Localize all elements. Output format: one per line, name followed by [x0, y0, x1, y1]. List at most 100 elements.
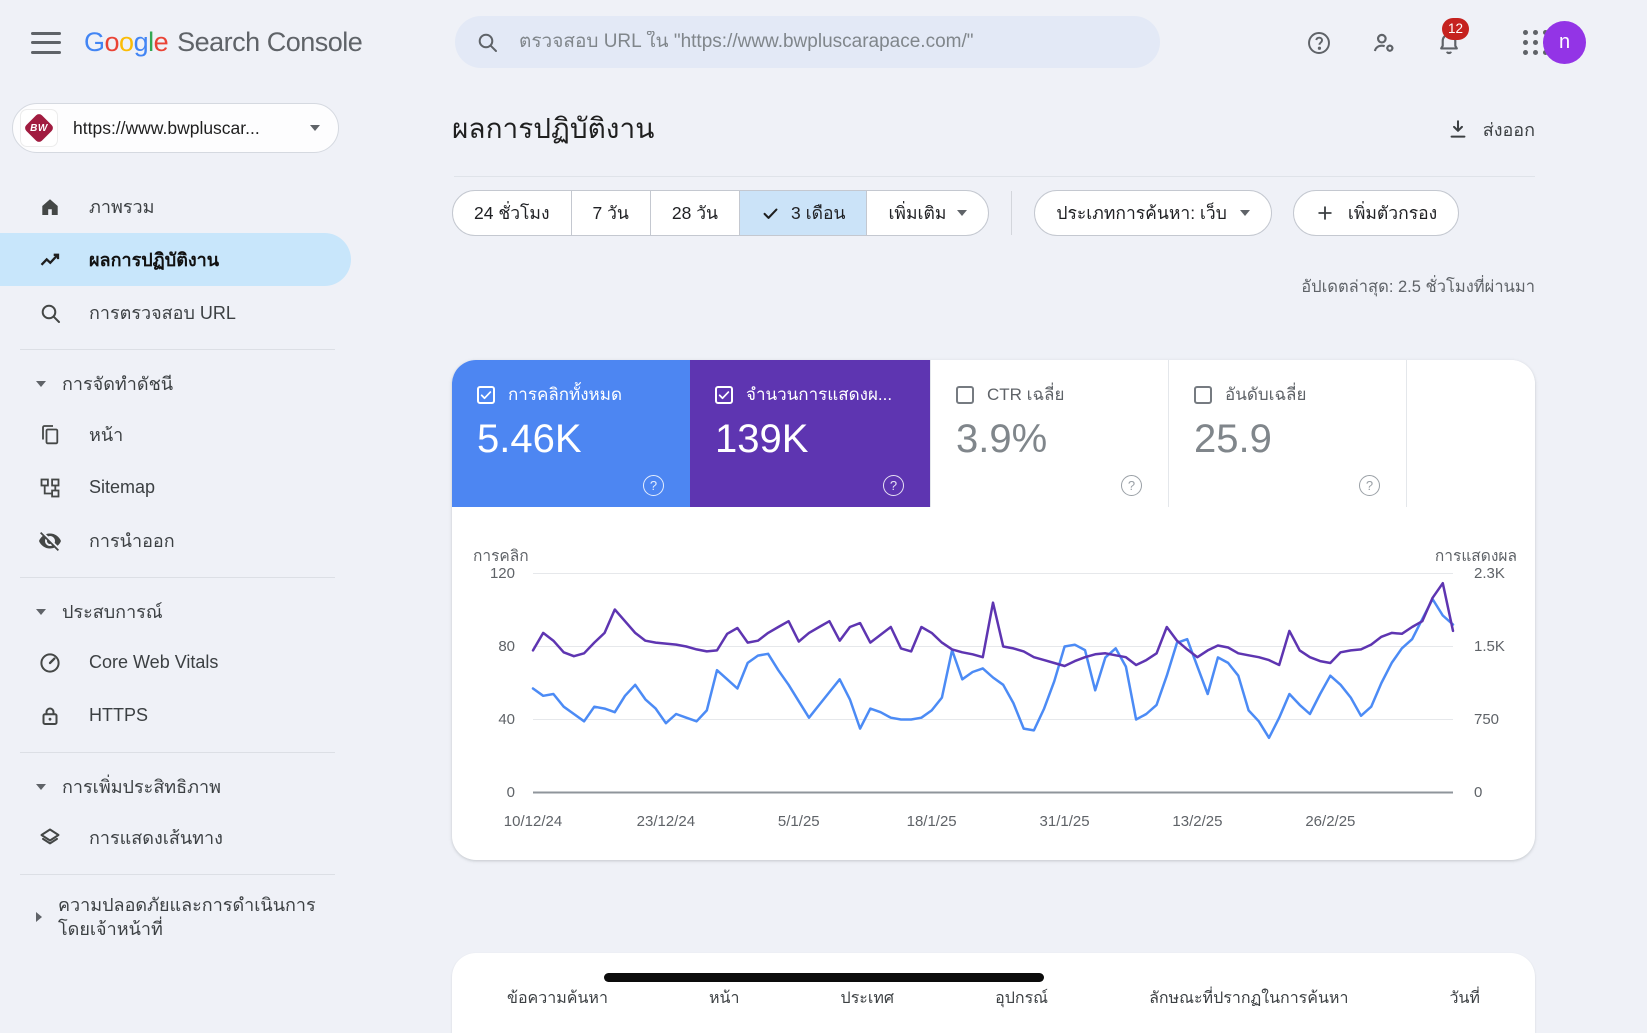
metric-value: 139K [715, 417, 930, 462]
divider [20, 349, 335, 350]
sidebar-item-label: Sitemap [89, 477, 155, 498]
logo-letter: e [154, 27, 169, 58]
metric-label: จำนวนการแสดงผ... [746, 381, 892, 408]
add-filter-button[interactable]: เพิ่มตัวกรอง [1293, 190, 1459, 236]
export-label: ส่งออก [1483, 115, 1535, 144]
sidebar-item-pages[interactable]: หน้า [0, 408, 351, 461]
divider [454, 176, 1535, 177]
checkbox-checked-icon[interactable] [477, 386, 495, 404]
metric-value: 3.9% [956, 417, 1168, 462]
help-icon[interactable] [1306, 30, 1332, 56]
metric-card-total-impressions[interactable]: จำนวนการแสดงผ... 139K ? [690, 360, 930, 507]
filter-bar: 24 ชั่วโมง 7 วัน 28 วัน 3 เดือน เพิ่มเติ… [452, 190, 1535, 236]
page-title: ผลการปฏิบัติงาน [452, 107, 654, 151]
divider [20, 577, 335, 578]
checkbox-checked-icon[interactable] [715, 386, 733, 404]
sidebar-item-sitemaps[interactable]: Sitemap [0, 461, 351, 514]
property-selector[interactable]: BW https://www.bwpluscar... [12, 103, 339, 153]
help-circle-icon[interactable]: ? [883, 475, 904, 496]
sidebar-nav: ภาพรวม ผลการปฏิบัติงาน การตรวจสอบ URL กา… [0, 180, 351, 950]
check-icon [761, 204, 780, 223]
date-range-3months-active[interactable]: 3 เดือน [739, 191, 866, 235]
user-settings-icon[interactable] [1371, 30, 1397, 56]
sidebar-item-https[interactable]: HTTPS [0, 689, 351, 742]
tab-devices[interactable]: อุปกรณ์ [995, 986, 1048, 1011]
search-icon [475, 30, 499, 54]
app-logo[interactable]: Google Search Console [84, 27, 362, 58]
checkbox-unchecked-icon[interactable] [1194, 386, 1212, 404]
main-content: ผลการปฏิบัติงาน ส่งออก 24 ชั่วโมง 7 วัน … [351, 85, 1647, 993]
sidebar-item-performance[interactable]: ผลการปฏิบัติงาน [0, 233, 351, 286]
sidebar-item-label: ผลการปฏิบัติงาน [89, 245, 219, 274]
home-icon [38, 195, 62, 219]
property-favicon: BW [21, 110, 57, 146]
performance-panel: การคลิกทั้งหมด 5.46K ? จำนวนการแสดงผ... … [452, 360, 1535, 860]
account-avatar[interactable]: n [1543, 21, 1586, 64]
metric-card-total-clicks[interactable]: การคลิกทั้งหมด 5.46K ? [452, 360, 690, 507]
sitemap-icon [38, 476, 62, 500]
performance-chart[interactable] [533, 573, 1453, 794]
date-range-more[interactable]: เพิ่มเติม [866, 191, 988, 235]
logo-product-name: Search Console [177, 27, 362, 58]
y-axis-tick: 80 [452, 638, 515, 655]
sidebar-item-core-web-vitals[interactable]: Core Web Vitals [0, 636, 351, 689]
sidebar-item-label: ภาพรวม [89, 192, 154, 221]
date-range-7d[interactable]: 7 วัน [571, 191, 650, 235]
y-axis-tick: 0 [1474, 784, 1536, 801]
notification-badge: 12 [1442, 18, 1469, 40]
chart-area: การคลิก การแสดงผล 0040750801.5K1202.3K10… [452, 507, 1535, 860]
sidebar-item-url-inspection[interactable]: การตรวจสอบ URL [0, 286, 351, 339]
y-axis-tick: 2.3K [1474, 565, 1536, 582]
date-range-group: 24 ชั่วโมง 7 วัน 28 วัน 3 เดือน เพิ่มเติ… [452, 190, 989, 236]
speed-gauge-icon [38, 651, 62, 675]
metric-card-average-ctr[interactable]: CTR เฉลี่ย 3.9% ? [930, 360, 1168, 507]
pages-icon [38, 423, 62, 447]
sidebar-section-indexing[interactable]: การจัดทำดัชนี [0, 360, 351, 408]
date-range-28d[interactable]: 28 วัน [650, 191, 739, 235]
search-type-filter[interactable]: ประเภทการค้นหา: เว็บ [1034, 190, 1271, 236]
url-inspect-search-bar[interactable] [455, 16, 1160, 68]
scrollbar-indicator[interactable] [604, 973, 1044, 982]
tab-dates[interactable]: วันที่ [1450, 986, 1480, 1011]
x-axis-tick: 23/12/24 [637, 813, 695, 830]
trending-up-icon [38, 248, 62, 272]
sidebar-item-label: HTTPS [89, 705, 148, 726]
notifications-bell-icon[interactable]: 12 [1436, 30, 1462, 56]
checkbox-unchecked-icon[interactable] [956, 386, 974, 404]
sidebar-section-security-manual-actions[interactable]: ความปลอดภัยและการดำเนินการโดยเจ้าหน้าที่ [0, 885, 351, 950]
help-circle-icon[interactable]: ? [643, 475, 664, 496]
y-axis-tick: 120 [452, 565, 515, 582]
sidebar-item-removals[interactable]: การนำออก [0, 514, 351, 567]
sidebar-item-breadcrumbs[interactable]: การแสดงเส้นทาง [0, 811, 351, 864]
tab-queries[interactable]: ข้อความค้นหา [507, 986, 608, 1011]
metric-label: การคลิกทั้งหมด [508, 381, 622, 408]
chevron-down-icon [36, 381, 46, 387]
sidebar-item-overview[interactable]: ภาพรวม [0, 180, 351, 233]
help-circle-icon[interactable]: ? [1121, 475, 1142, 496]
metric-card-average-position[interactable]: อันดับเฉลี่ย 25.9 ? [1168, 360, 1406, 507]
tab-pages[interactable]: หน้า [709, 986, 739, 1011]
logo-letter: o [119, 27, 134, 58]
sidebar-section-experience[interactable]: ประสบการณ์ [0, 588, 351, 636]
sidebar-item-label: การตรวจสอบ URL [89, 298, 236, 327]
export-button[interactable]: ส่งออก [1447, 115, 1535, 144]
logo-letter: g [134, 27, 149, 58]
x-axis-tick: 10/12/24 [504, 813, 562, 830]
date-range-24h[interactable]: 24 ชั่วโมง [453, 191, 571, 235]
sidebar-section-enhancements[interactable]: การเพิ่มประสิทธิภาพ [0, 763, 351, 811]
sidebar-item-label: การนำออก [89, 526, 175, 555]
tab-search-appearance[interactable]: ลักษณะที่ปรากฏในการค้นหา [1149, 986, 1348, 1011]
last-updated-text: อัปเดตล่าสุด: 2.5 ชั่วโมงที่ผ่านมา [452, 274, 1535, 300]
tab-countries[interactable]: ประเทศ [841, 986, 895, 1011]
dimension-tabs: ข้อความค้นหา หน้า ประเทศ อุปกรณ์ ลักษณะท… [507, 986, 1480, 1011]
search-input[interactable] [519, 31, 1148, 53]
divider [1011, 191, 1012, 235]
logo-letter: o [105, 27, 120, 58]
hamburger-menu-icon[interactable] [31, 32, 61, 54]
y-axis-tick: 750 [1474, 711, 1536, 728]
help-circle-icon[interactable]: ? [1359, 475, 1380, 496]
x-axis-tick: 5/1/25 [778, 813, 820, 830]
metric-value: 25.9 [1194, 417, 1406, 462]
property-url: https://www.bwpluscar... [73, 118, 310, 139]
sidebar-item-label: การแสดงเส้นทาง [89, 823, 223, 852]
